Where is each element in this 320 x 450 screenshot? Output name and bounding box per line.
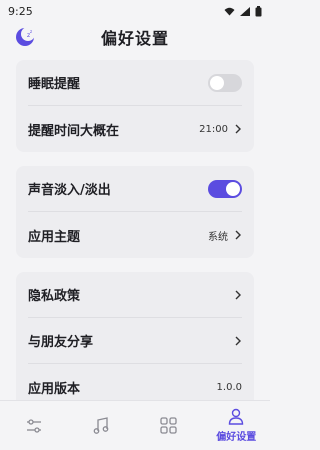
- moon-logo-icon[interactable]: z z: [14, 26, 36, 48]
- share-label: 与朋友分享: [28, 335, 94, 350]
- bottom-nav: 偏好设置: [0, 400, 270, 450]
- status-icons: [224, 5, 262, 17]
- sleep-reminder-label: 睡眠提醒: [28, 77, 81, 92]
- reminder-time-label: 提醒时间大概在: [28, 123, 120, 139]
- nav-label-preferences: 偏好设置: [216, 432, 257, 443]
- wifi-icon: [224, 7, 235, 15]
- app-theme-label: 应用主题: [28, 229, 81, 245]
- sound-fade-label: 声音淡入/淡出: [28, 183, 111, 198]
- sleep-reminder-toggle[interactable]: [208, 73, 242, 92]
- battery-icon: [255, 5, 262, 16]
- nav-item-grid[interactable]: [139, 417, 199, 434]
- privacy-policy-label: 隐私政策: [28, 289, 81, 304]
- signal-icon: [240, 6, 250, 16]
- chevron-right-icon: [235, 230, 241, 240]
- status-time: 9:25: [8, 4, 33, 18]
- sound-fade-toggle[interactable]: [208, 179, 242, 198]
- toggle-knob: [210, 75, 224, 90]
- app-theme-value: 系统: [208, 231, 228, 243]
- chevron-right-icon: [235, 290, 241, 299]
- sleep-reminder-row[interactable]: 睡眠提醒: [28, 60, 242, 106]
- share-with-friends-row[interactable]: 与朋友分享: [28, 318, 242, 364]
- status-bar: 9:25: [0, 0, 270, 22]
- reminder-time-right: 21:00: [199, 124, 242, 135]
- user-icon: [229, 408, 244, 425]
- nav-item-mixer[interactable]: [4, 418, 64, 434]
- app-theme-right: 系统: [208, 228, 242, 243]
- grid-icon: [160, 417, 177, 434]
- app-theme-row[interactable]: 应用主题 系统: [28, 212, 242, 258]
- app-version-value: 1.0.0: [216, 381, 242, 393]
- about-card: 隐私政策 与朋友分享 应用版本 1.0.0: [16, 272, 254, 410]
- chevron-right-icon: [235, 124, 241, 134]
- sleep-settings-card: 睡眠提醒 提醒时间大概在 21:00: [16, 60, 254, 152]
- toggle-knob: [226, 181, 240, 196]
- header: z z 偏好设置: [0, 22, 270, 52]
- privacy-policy-row[interactable]: 隐私政策: [28, 272, 242, 318]
- nav-item-preferences[interactable]: 偏好设置: [206, 408, 266, 443]
- reminder-time-row[interactable]: 提醒时间大概在 21:00: [28, 106, 242, 152]
- audio-settings-card: 声音淡入/淡出 应用主题 系统: [16, 166, 254, 258]
- sound-fade-row[interactable]: 声音淡入/淡出: [28, 166, 242, 212]
- svg-text:z: z: [30, 29, 32, 34]
- chevron-right-icon: [235, 336, 241, 345]
- nav-item-music[interactable]: [71, 416, 131, 435]
- reminder-time-value: 21:00: [199, 123, 228, 135]
- page-title: 偏好设置: [100, 29, 169, 48]
- music-note-icon: [93, 416, 109, 434]
- sliders-icon: [26, 418, 41, 433]
- app-version-label: 应用版本: [28, 381, 81, 397]
